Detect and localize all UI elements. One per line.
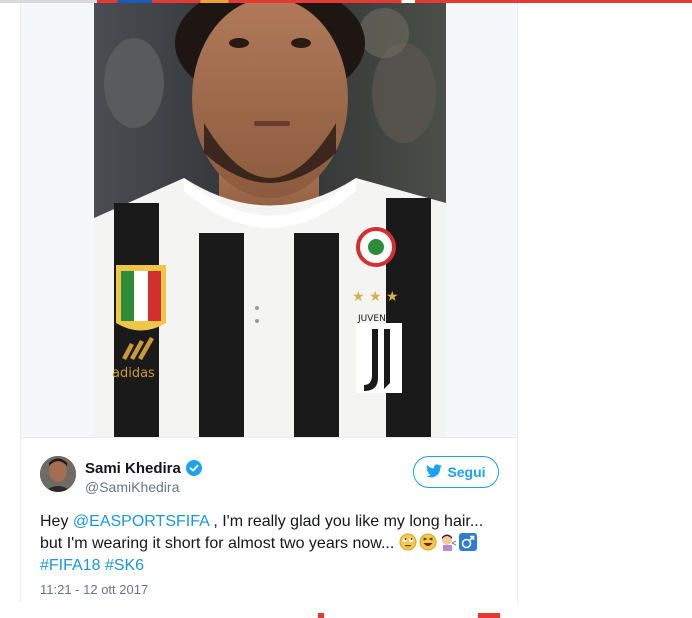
male-sign-emoji-icon — [458, 533, 477, 551]
author-display-name[interactable]: Sami Khedira — [85, 460, 181, 477]
woman-haircut-emoji-icon — [439, 533, 457, 551]
tweet-timestamp[interactable]: 11:21 - 12 ott 2017 — [40, 582, 148, 597]
svg-text:★ ★ ★: ★ ★ ★ — [352, 289, 399, 305]
tweet-text-line2: but I'm wearing it short for almost two … — [40, 535, 399, 552]
tweet-text: Hey @EASPORTSFIFA , I'm really glad you … — [40, 511, 510, 577]
tweet-text-line1: , I'm really glad you like my long hair.… — [208, 513, 484, 530]
rolling-eyes-emoji-icon — [399, 533, 417, 551]
bottom-decoration-mark — [318, 613, 324, 618]
twitter-bird-icon — [426, 464, 443, 480]
verified-badge-icon — [185, 460, 202, 476]
author-name-row[interactable]: Sami Khedira — [85, 458, 202, 478]
tweet-card: Sami Khedira @SamiKhedira Segui Hey @EAS… — [21, 437, 517, 603]
svg-text:JUVENTUS: JUVENTUS — [357, 314, 404, 324]
mention-link[interactable]: @EASPORTSFIFA — [73, 513, 209, 530]
page-bottom-area — [0, 603, 692, 618]
grinning-squinting-emoji-icon — [419, 533, 437, 551]
svg-text:adidas: adidas — [112, 366, 155, 381]
player-portrait-image: ★ ★ ★ JUVENTUS adidas — [94, 3, 446, 437]
hashtag-fifa18-link[interactable]: #FIFA18 — [40, 557, 100, 574]
tweet-embed: ★ ★ ★ JUVENTUS adidas Sami Khedira @Sami… — [20, 3, 518, 603]
author-avatar[interactable] — [40, 456, 76, 492]
author-handle[interactable]: @SamiKhedira — [85, 479, 179, 495]
tweet-photo[interactable]: ★ ★ ★ JUVENTUS adidas — [94, 3, 446, 437]
tweet-text-prefix: Hey — [40, 513, 73, 530]
bottom-decoration-mark — [478, 613, 500, 618]
follow-button[interactable]: Segui — [413, 456, 499, 488]
left-margin — [0, 3, 20, 603]
hashtag-sk6-link[interactable]: #SK6 — [105, 557, 144, 574]
follow-button-label: Segui — [447, 464, 486, 480]
